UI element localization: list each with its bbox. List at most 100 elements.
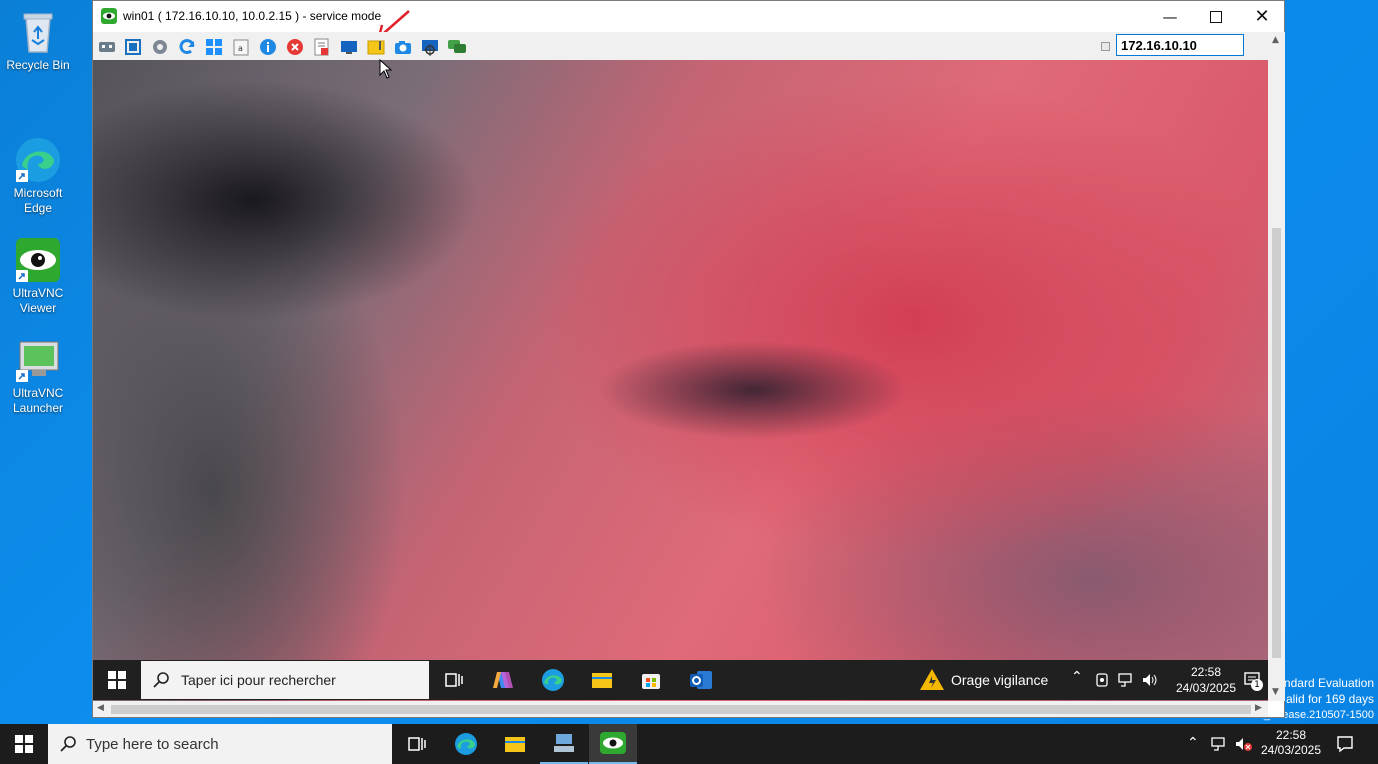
task-view-icon (408, 737, 426, 751)
close-button[interactable]: ✕ (1239, 1, 1285, 32)
minimize-button[interactable]: — (1147, 1, 1193, 32)
windows-start-icon (206, 39, 222, 55)
volume-icon[interactable] (1141, 672, 1159, 688)
file-transfer-button[interactable] (312, 37, 332, 57)
desktop-icon-label: UltraVNC Launcher (12, 386, 64, 415)
screenshot-button[interactable] (393, 37, 413, 57)
vertical-scroll-thumb[interactable] (1272, 228, 1281, 658)
options-button[interactable] (150, 37, 170, 57)
outlook-icon[interactable] (689, 668, 713, 692)
host-search-placeholder: Type here to search (86, 735, 219, 753)
folder-icon (367, 40, 385, 55)
address-marker (1101, 42, 1110, 51)
vnc-toolbar: a (93, 32, 1268, 60)
host-date: 24/03/2025 (1260, 743, 1322, 757)
minimize-icon: — (1162, 7, 1178, 26)
svg-text:a: a (238, 44, 243, 53)
host-show-hidden-icons-icon[interactable]: ⌃ (1187, 735, 1199, 751)
scroll-right-icon[interactable]: ▶ (1255, 703, 1262, 713)
search-icon (153, 672, 169, 688)
chat-button[interactable] (447, 37, 467, 57)
remote-date: 24/03/2025 (1175, 681, 1237, 695)
window-titlebar[interactable]: win01 ( 172.16.10.10, 10.0.2.15 ) - serv… (93, 1, 1284, 32)
vertical-scrollbar[interactable]: ▲ ▼ (1268, 32, 1285, 701)
fullscreen-icon (125, 39, 141, 55)
select-display-button[interactable] (420, 37, 440, 57)
scroll-down-icon[interactable]: ▼ (1272, 687, 1279, 697)
remote-clock[interactable]: 22:58 24/03/2025 (1171, 664, 1241, 696)
host-clock[interactable]: 22:58 24/03/2025 (1256, 728, 1326, 758)
scroll-left-icon[interactable]: ◀ (97, 703, 104, 713)
host-start-button[interactable] (0, 724, 48, 764)
remote-desktop-view[interactable]: Taper ici pour rechercher Orage vigilanc… (93, 60, 1268, 701)
maximize-button[interactable] (1193, 1, 1239, 32)
scroll-up-icon[interactable]: ▲ (1272, 35, 1279, 45)
horizontal-scrollbar[interactable]: ◀ ▶ (93, 701, 1268, 717)
close-connection-button[interactable] (285, 37, 305, 57)
select-display-icon (422, 40, 438, 56)
mouse-cursor-icon (379, 59, 393, 79)
server-manager-button[interactable] (540, 724, 588, 764)
show-hidden-icons-icon[interactable]: ⌃ (1071, 669, 1083, 685)
connection-info-icon (260, 39, 276, 55)
store-icon[interactable] (639, 668, 663, 692)
window-title: win01 ( 172.16.10.10, 10.0.2.15 ) - serv… (123, 9, 382, 23)
connection-info-button[interactable] (258, 37, 278, 57)
clipboard-text-button[interactable]: a (231, 37, 251, 57)
weather-warning-icon[interactable] (919, 667, 945, 693)
file-explorer-icon[interactable] (590, 668, 614, 692)
remote-taskbar: Taper ici pour rechercher Orage vigilanc… (93, 660, 1268, 700)
weather-text[interactable]: Orage vigilance (951, 672, 1048, 688)
edge-icon (455, 733, 477, 755)
network-icon[interactable] (1117, 672, 1135, 688)
options-gear-icon (153, 40, 167, 54)
notification-badge: 1 (1251, 679, 1263, 691)
refresh-button[interactable] (177, 37, 197, 57)
clipboard-text-icon: a (233, 39, 249, 56)
chat-icon (448, 40, 466, 53)
remote-time: 22:58 (1190, 665, 1222, 679)
ultravnc-viewer-icon (14, 221, 62, 282)
notifications-icon[interactable]: 1 (1243, 671, 1263, 691)
send-ctrl-alt-del-button[interactable] (97, 37, 117, 57)
desktop-icon-recycle-bin[interactable]: Recycle Bin (0, 8, 76, 73)
horizontal-scroll-thumb[interactable] (111, 705, 1251, 714)
desktop-icon-ultravnc-launcher[interactable]: UltraVNC Launcher (0, 306, 76, 431)
windows-start-button[interactable] (204, 37, 224, 57)
address-input[interactable]: 172.16.10.10 (1116, 34, 1244, 56)
single-window-button[interactable] (339, 37, 359, 57)
single-window-icon (341, 41, 357, 54)
server-manager-icon (554, 734, 574, 752)
folder-button[interactable] (366, 37, 386, 57)
ultravnc-launcher-icon (14, 321, 62, 382)
host-ultravnc-button[interactable] (589, 724, 637, 764)
remote-search-placeholder: Taper ici pour rechercher (181, 672, 336, 688)
host-file-explorer-button[interactable] (491, 724, 539, 764)
edge-icon (14, 121, 62, 182)
recycle-bin-icon (14, 8, 62, 56)
host-edge-button[interactable] (442, 724, 490, 764)
host-network-icon[interactable] (1210, 736, 1228, 752)
tray-device-icon[interactable] (1094, 672, 1110, 688)
remote-edge-icon[interactable] (541, 668, 565, 692)
vnc-viewer-window[interactable]: win01 ( 172.16.10.10, 10.0.2.15 ) - serv… (92, 0, 1285, 718)
host-notifications-icon[interactable] (1336, 735, 1354, 753)
remote-start-button[interactable] (93, 660, 141, 700)
task-view-icon[interactable] (441, 668, 465, 692)
task-view-button[interactable] (392, 724, 440, 764)
ultravnc-viewer-icon (600, 732, 626, 754)
host-time: 22:58 (1275, 728, 1307, 742)
close-connection-icon (287, 39, 303, 55)
ultravnc-app-icon (101, 8, 117, 24)
close-icon: ✕ (1254, 6, 1270, 27)
file-transfer-icon (314, 38, 329, 56)
windows-logo-icon (108, 671, 126, 689)
screenshot-camera-icon (395, 41, 411, 54)
remote-search-box[interactable]: Taper ici pour rechercher (141, 661, 429, 699)
host-search-box[interactable]: Type here to search (48, 724, 392, 764)
search-icon (60, 736, 76, 752)
host-taskbar: Type here to search ⌃ 22:58 24/03/2025 (0, 724, 1378, 764)
copilot-icon[interactable] (491, 668, 515, 692)
fullscreen-button[interactable] (123, 37, 143, 57)
host-volume-muted-icon[interactable] (1234, 736, 1252, 752)
